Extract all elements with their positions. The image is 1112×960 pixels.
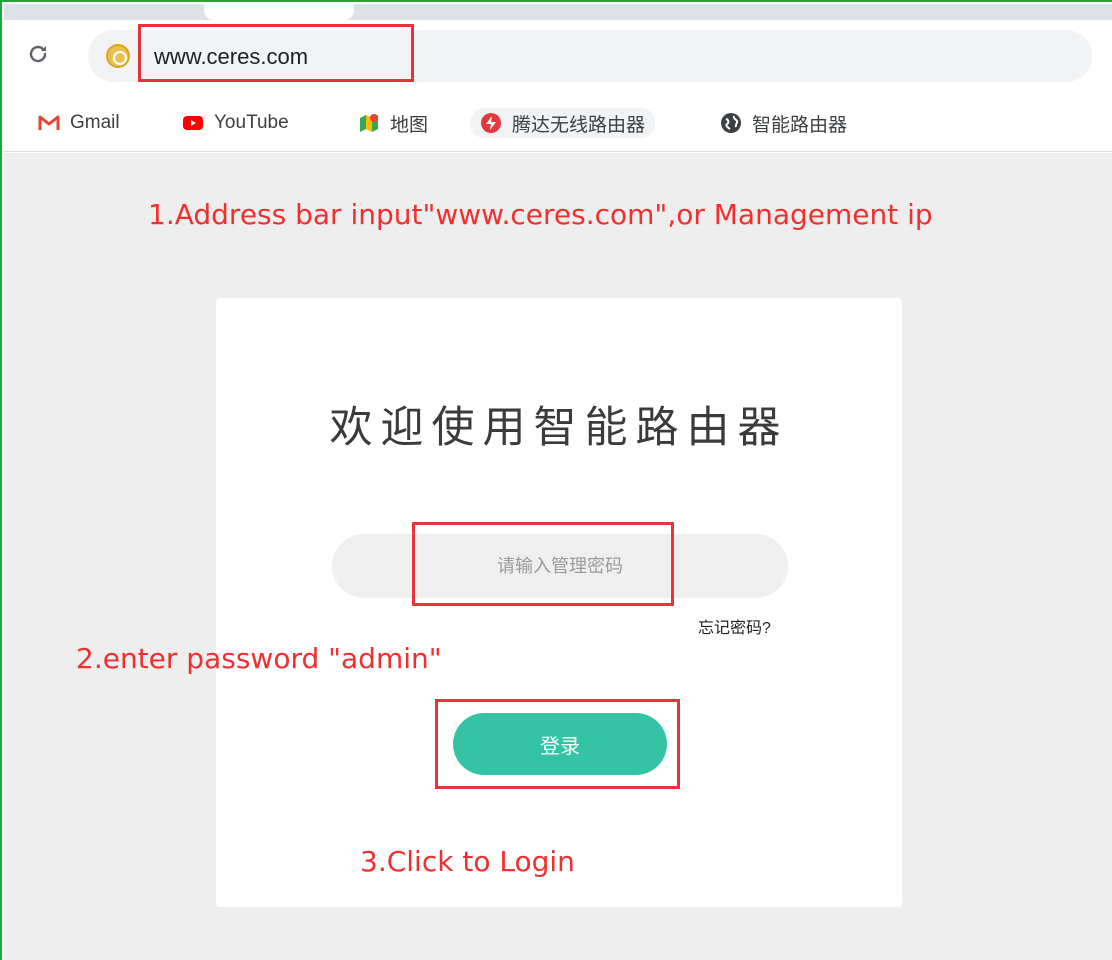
bookmark-youtube[interactable]: YouTube — [182, 108, 289, 138]
reload-icon[interactable] — [26, 42, 50, 66]
step3-annotation: 3.Click to Login — [360, 845, 575, 878]
step1-annotation: 1.Address bar input"www.ceres.com",or Ma… — [148, 198, 933, 231]
bookmark-smart-router[interactable]: 智能路由器 — [720, 108, 847, 138]
bookmark-tenda[interactable]: 腾达无线路由器 — [470, 108, 656, 138]
gmail-icon — [38, 115, 60, 130]
bookmark-label: YouTube — [214, 112, 289, 133]
bookmark-label: Gmail — [70, 112, 120, 133]
tab-strip — [4, 4, 1112, 20]
bookmark-label: 腾达无线路由器 — [512, 114, 646, 136]
active-tab[interactable] — [204, 4, 354, 20]
tenda-icon — [481, 113, 501, 133]
login-highlight-box — [435, 699, 680, 789]
bookmark-maps[interactable]: 地图 — [358, 108, 428, 138]
bookmark-label: 智能路由器 — [752, 114, 848, 136]
step2-annotation: 2.enter password "admin" — [76, 642, 442, 675]
site-favicon-icon — [106, 44, 130, 68]
welcome-title: 欢迎使用智能路由器 — [329, 403, 789, 453]
maps-icon — [360, 114, 378, 132]
youtube-icon — [183, 116, 203, 130]
globe-icon — [721, 113, 741, 133]
password-highlight-box — [412, 522, 674, 606]
bookmark-label: 地图 — [390, 114, 429, 136]
bookmarks-bar: Gmail YouTube 地图 腾达无线路由器 智能路由器 — [4, 94, 1112, 152]
browser-window: www.ceres.com Gmail YouTube 地图 腾达无线路由器 智… — [0, 0, 1112, 960]
bookmark-gmail[interactable]: Gmail — [38, 108, 120, 138]
forgot-password-link[interactable]: 忘记密码? — [698, 614, 771, 638]
url-highlight-box — [138, 24, 414, 82]
